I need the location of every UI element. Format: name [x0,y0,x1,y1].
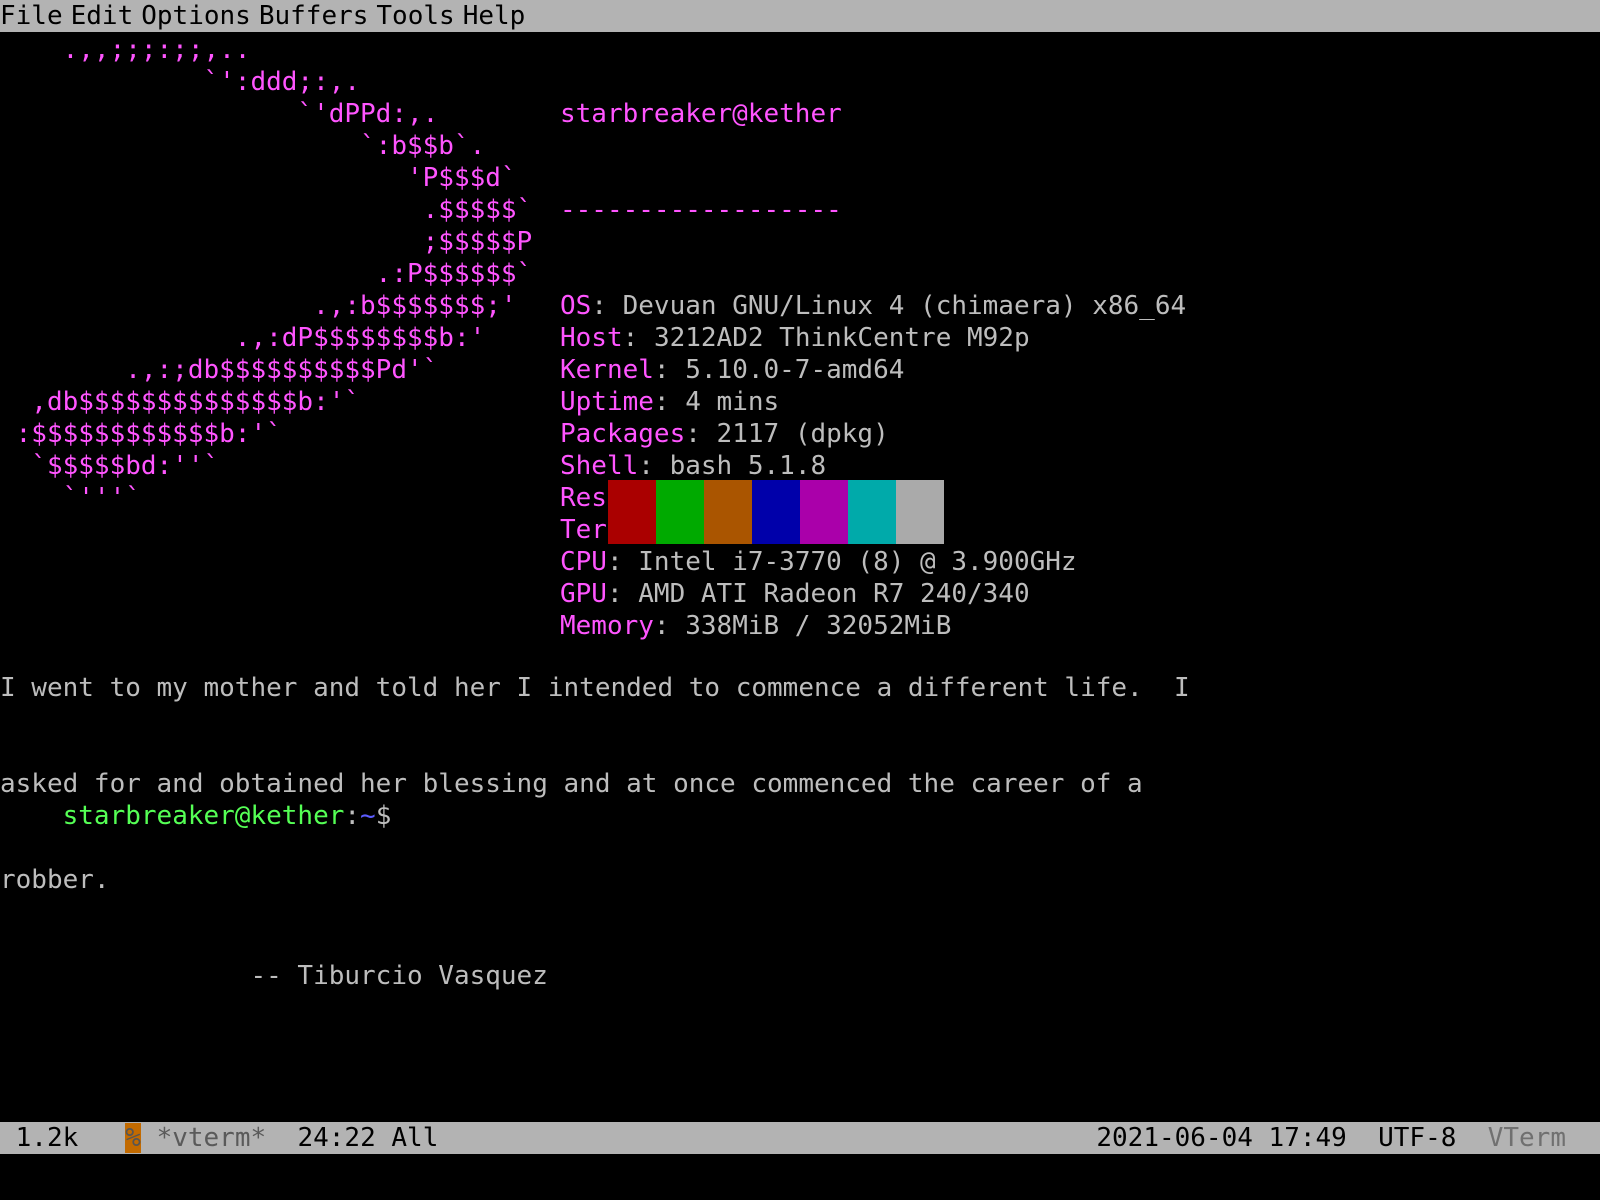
color-swatches [608,480,944,544]
buffer-size: 1.2k [0,1123,79,1153]
sysinfo-row: Kernel: 5.10.0-7-amd64 [560,355,905,385]
prompt-user-host: starbreaker@kether [62,801,345,831]
distro-ascii-logo: .,,;;;:;;,.. `':ddd;:,. `'dPPd:,. `:b$$b… [15,35,533,513]
fortune-line: robber. [0,865,110,895]
color-swatch [848,480,896,544]
prompt-directory: ~ [360,801,376,831]
buffer-extent: All [391,1123,439,1153]
menu-bar: File Edit Options Buffers Tools Help [0,0,1600,32]
sysinfo-row: GPU: AMD ATI Radeon R7 240/340 [560,579,1030,609]
color-swatch [704,480,752,544]
sysinfo-value: bash 5.1.8 [669,451,827,481]
color-swatch [752,480,800,544]
sysinfo-row: Packages: 2117 (dpkg) [560,419,889,449]
sysinfo-value: 2117 (dpkg) [716,419,889,449]
sysinfo-key: OS [560,291,592,321]
sysinfo-key: CPU [560,547,607,577]
sysinfo-panel: starbreaker@kether ------------------ OS… [560,34,1186,706]
sysinfo-key: Packages [560,419,686,449]
sysinfo-value: Devuan GNU/Linux 4 (chimaera) x86_64 [622,291,1187,321]
sysinfo-value: AMD ATI Radeon R7 240/340 [638,579,1030,609]
mode-line-right: 2021-06-04 17:49 UTF-8 VTerm [1096,1122,1566,1154]
read-only-indicator[interactable]: % [125,1123,141,1153]
fortune-attribution: -- Tiburcio Vasquez [0,961,548,991]
sysinfo-fields: OS: Devuan GNU/Linux 4 (chimaera) x86_64… [560,290,1186,642]
color-swatch [656,480,704,544]
sysinfo-value: 4 mins [685,387,780,417]
terminal-input[interactable] [391,803,405,831]
sysinfo-key: Host [560,323,623,353]
color-swatch [608,480,656,544]
sysinfo-row: Shell: bash 5.1.8 [560,451,827,481]
encoding[interactable]: UTF-8 [1378,1123,1456,1153]
sysinfo-value: 3212AD2 ThinkCentre M92p [653,323,1030,353]
sysinfo-row: CPU: Intel i7-3770 (8) @ 3.900GHz [560,547,1077,577]
mode-line-left: 1.2k % *vterm* 24:22 All [0,1122,438,1154]
prompt-colon: : [344,801,361,831]
sysinfo-key: Kernel [560,355,654,385]
cursor-position: 24:22 [297,1123,376,1153]
color-swatch [800,480,848,544]
menu-help[interactable]: Help [463,1,534,31]
sysinfo-key: Shell [560,451,639,481]
menu-edit[interactable]: Edit [71,1,142,31]
sysinfo-row: Uptime: 4 mins [560,387,780,417]
menu-tools[interactable]: Tools [376,1,462,31]
major-mode[interactable]: VTerm [1488,1123,1566,1153]
sysinfo-separator: ------------------ [560,195,842,225]
sysinfo-key: Uptime [560,387,654,417]
shell-prompt[interactable]: starbreaker@kether:~$ [0,768,405,864]
menu-buffers[interactable]: Buffers [259,1,377,31]
sysinfo-row: Host: 3212AD2 ThinkCentre M92p [560,323,1030,353]
sysinfo-row: OS: Devuan GNU/Linux 4 (chimaera) x86_64 [560,291,1187,321]
menu-file[interactable]: File [0,1,71,31]
mode-line: 1.2k % *vterm* 24:22 All 2021-06-04 17:4… [0,1122,1600,1154]
menu-options[interactable]: Options [141,1,259,31]
fortune-line: I went to my mother and told her I inten… [0,673,1190,703]
sysinfo-key: GPU [560,579,607,609]
buffer-name[interactable]: *vterm* [157,1123,267,1153]
color-swatch [896,480,944,544]
datetime: 2021-06-04 17:49 [1096,1123,1347,1153]
sysinfo-user-host: starbreaker@kether [560,99,842,129]
sysinfo-value: Intel i7-3770 (8) @ 3.900GHz [638,547,1077,577]
prompt-dollar: $ [375,801,392,831]
terminal-buffer[interactable]: .,,;;;:;;,.. `':ddd;:,. `'dPPd:,. `:b$$b… [0,32,1600,1118]
sysinfo-value: 5.10.0-7-amd64 [685,355,905,385]
